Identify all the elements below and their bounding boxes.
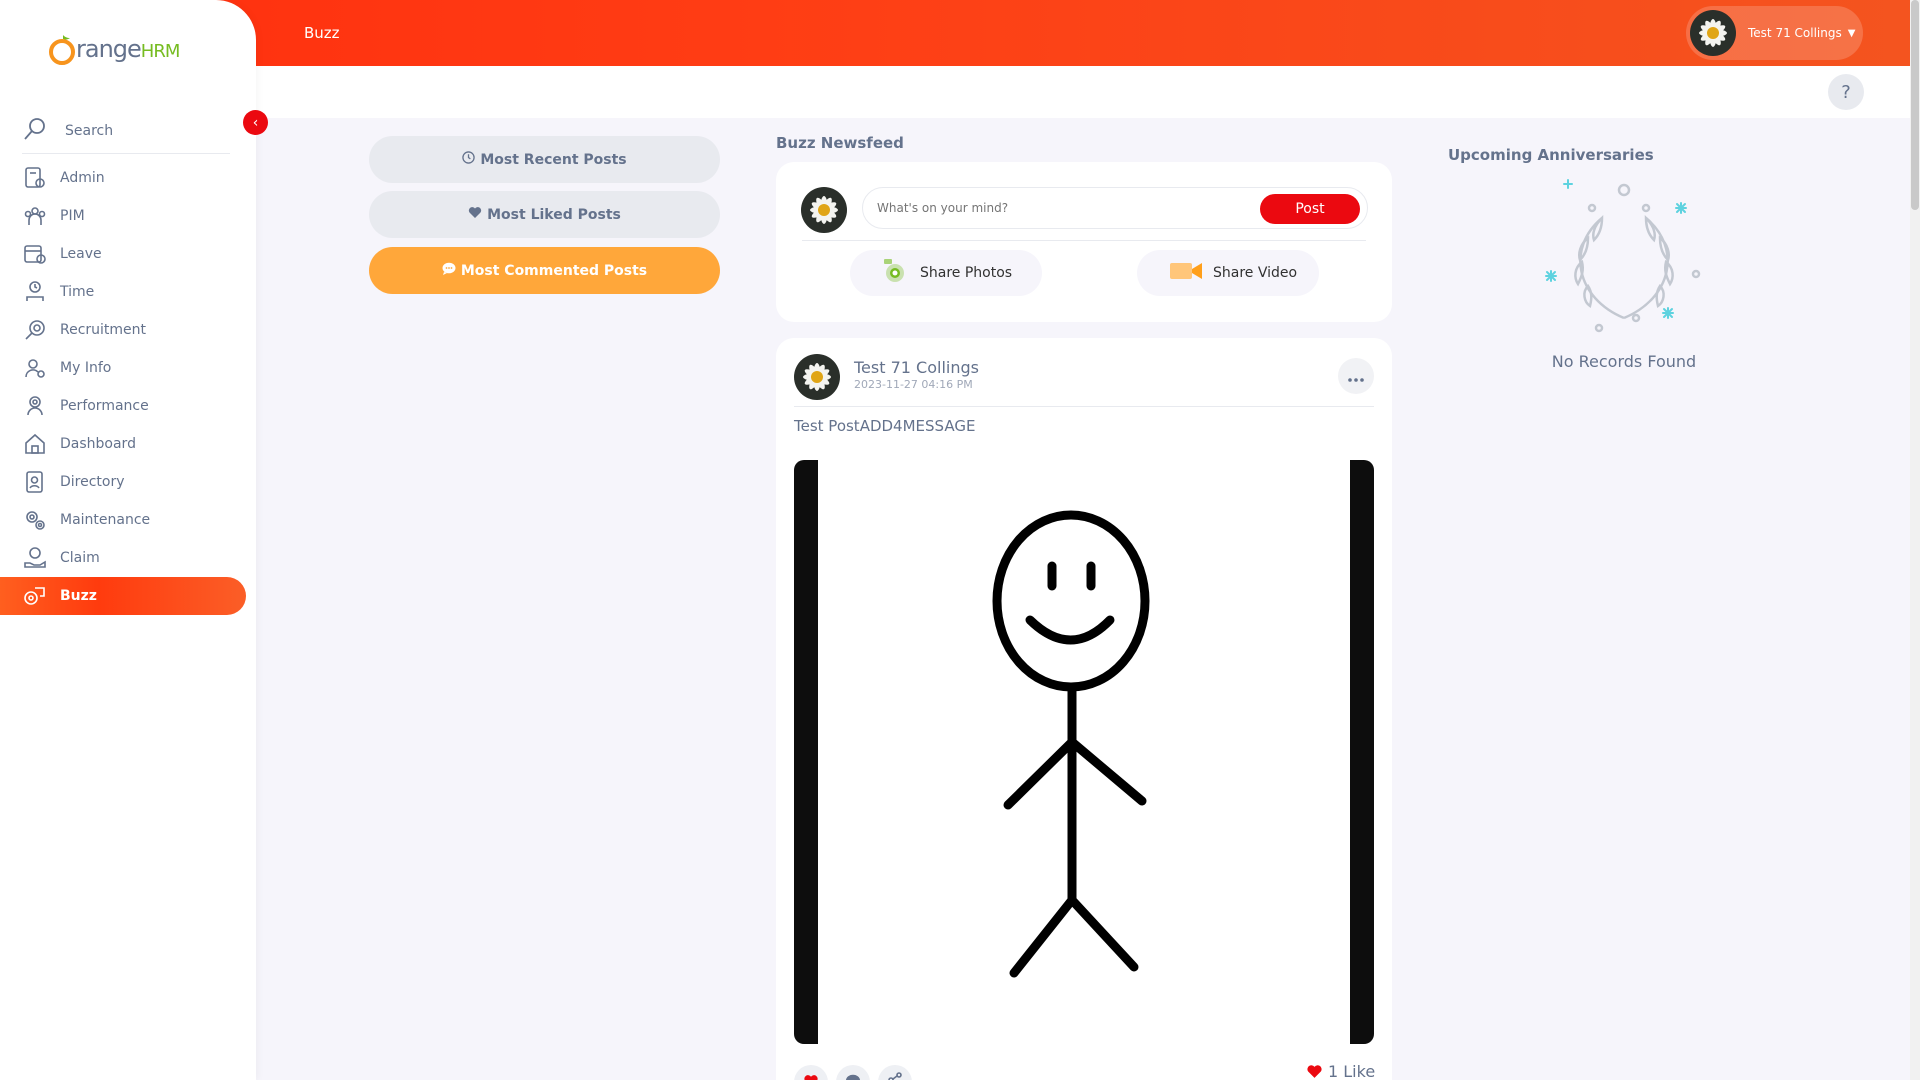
share-video-label: Share Video bbox=[1213, 265, 1298, 281]
main-menu: Admin PIM Leave Time Recruitment My Info… bbox=[0, 159, 256, 615]
likes-count: 1 Like bbox=[1328, 1062, 1376, 1080]
heart-icon bbox=[803, 1073, 819, 1080]
sidebar-item-leave[interactable]: Leave bbox=[0, 235, 256, 273]
user-name: Test 71 Collings bbox=[1748, 26, 1842, 40]
post-composer: Post Share Photos Share Video bbox=[776, 162, 1392, 322]
comment-icon bbox=[442, 262, 456, 279]
user-dropdown[interactable]: Test 71 Collings ▼ bbox=[1686, 6, 1863, 60]
laurel-wreath-icon bbox=[1536, 178, 1706, 338]
sidebar-item-admin[interactable]: Admin bbox=[0, 159, 256, 197]
time-icon bbox=[22, 279, 48, 305]
most-recent-posts-button[interactable]: Most Recent Posts bbox=[369, 136, 720, 183]
post-likes[interactable]: 1 Like bbox=[1306, 1062, 1375, 1080]
brand-name: rangeHRM bbox=[76, 35, 180, 63]
post-more-options-button[interactable] bbox=[1338, 358, 1374, 394]
sidebar-item-pim[interactable]: PIM bbox=[0, 197, 256, 235]
sidebar-item-performance[interactable]: Performance bbox=[0, 387, 256, 425]
sidebar-item-recruitment[interactable]: Recruitment bbox=[0, 311, 256, 349]
sidebar-item-dashboard[interactable]: Dashboard bbox=[0, 425, 256, 463]
sidebar-collapse-button[interactable]: ‹ bbox=[243, 110, 268, 135]
filter-label: Most Liked Posts bbox=[487, 206, 621, 223]
claim-icon bbox=[22, 545, 48, 571]
maintenance-icon bbox=[22, 507, 48, 533]
top-bar: Buzz Test 71 Collings ▼ bbox=[0, 0, 1910, 66]
post-author-avatar[interactable] bbox=[794, 354, 840, 400]
post-button[interactable]: Post bbox=[1260, 194, 1360, 224]
most-commented-posts-button[interactable]: Most Commented Posts bbox=[369, 247, 720, 294]
sidebar-item-time[interactable]: Time bbox=[0, 273, 256, 311]
share-photos-button[interactable]: Share Photos bbox=[850, 250, 1042, 296]
sidebar-item-label: Claim bbox=[60, 550, 100, 566]
filter-label: Most Commented Posts bbox=[460, 262, 648, 279]
orange-logo-icon bbox=[48, 33, 78, 65]
sidebar-item-label: Recruitment bbox=[60, 322, 147, 338]
sidebar-item-label: Dashboard bbox=[60, 436, 136, 452]
composer-avatar bbox=[801, 187, 847, 233]
performance-icon bbox=[22, 393, 48, 419]
composer-divider bbox=[802, 240, 1366, 241]
sidebar-item-label: Buzz bbox=[60, 588, 97, 604]
post-date: 2023-11-27 04:16 PM bbox=[854, 378, 973, 391]
post-text: Test PostADD4MESSAGE bbox=[794, 417, 976, 435]
video-camera-icon bbox=[1169, 260, 1203, 286]
help-button[interactable]: ? bbox=[1828, 74, 1864, 110]
no-records-text: No Records Found bbox=[1551, 352, 1697, 371]
sidebar-item-maintenance[interactable]: Maintenance bbox=[0, 501, 256, 539]
sidebar-item-label: My Info bbox=[60, 360, 112, 376]
directory-icon bbox=[22, 469, 48, 495]
sidebar-search[interactable]: Search bbox=[22, 108, 230, 154]
sidebar-item-label: Admin bbox=[60, 170, 105, 186]
ellipsis-icon bbox=[1348, 367, 1364, 386]
camera-icon bbox=[882, 257, 910, 289]
sidebar-item-label: Leave bbox=[60, 246, 102, 262]
post-photo[interactable] bbox=[794, 460, 1374, 1044]
comment-button[interactable] bbox=[836, 1065, 870, 1080]
page-title: Buzz bbox=[304, 24, 340, 42]
sub-bar bbox=[256, 66, 1910, 118]
share-button[interactable] bbox=[878, 1065, 912, 1080]
share-icon bbox=[887, 1072, 903, 1080]
share-video-button[interactable]: Share Video bbox=[1137, 250, 1319, 296]
most-liked-posts-button[interactable]: Most Liked Posts bbox=[369, 191, 720, 238]
sidebar-item-my-info[interactable]: My Info bbox=[0, 349, 256, 387]
my-info-icon bbox=[22, 355, 48, 381]
sidebar-item-label: Time bbox=[60, 284, 95, 300]
pim-icon bbox=[22, 203, 48, 229]
sidebar-item-label: Directory bbox=[60, 474, 125, 490]
sidebar: rangeHRM Search Admin PIM Leave Time Rec… bbox=[0, 0, 256, 1080]
brand-logo[interactable]: rangeHRM bbox=[48, 30, 180, 68]
leave-icon bbox=[22, 241, 48, 267]
recruitment-icon bbox=[22, 317, 48, 343]
heart-icon bbox=[468, 206, 482, 223]
search-icon bbox=[22, 116, 48, 146]
post-card: Test 71 Collings 2023-11-27 04:16 PM Tes… bbox=[776, 338, 1392, 1080]
user-avatar bbox=[1690, 10, 1736, 56]
post-author-name[interactable]: Test 71 Collings bbox=[854, 358, 979, 377]
newsfeed-title: Buzz Newsfeed bbox=[776, 134, 904, 152]
sidebar-item-directory[interactable]: Directory bbox=[0, 463, 256, 501]
admin-icon bbox=[22, 165, 48, 191]
buzz-icon bbox=[22, 583, 48, 609]
share-photos-label: Share Photos bbox=[920, 265, 1013, 281]
page-scrollbar-thumb[interactable] bbox=[1911, 0, 1919, 210]
post-divider bbox=[794, 406, 1374, 407]
comment-icon bbox=[845, 1073, 861, 1080]
anniversaries-title: Upcoming Anniversaries bbox=[1448, 146, 1654, 164]
caret-down-icon: ▼ bbox=[1847, 27, 1856, 39]
clock-icon bbox=[462, 151, 476, 168]
filter-label: Most Recent Posts bbox=[480, 151, 627, 168]
sidebar-item-buzz[interactable]: Buzz bbox=[0, 577, 246, 615]
sidebar-item-label: Performance bbox=[60, 398, 149, 414]
search-label: Search bbox=[65, 122, 114, 139]
sidebar-item-label: PIM bbox=[60, 208, 85, 224]
like-button[interactable] bbox=[794, 1065, 828, 1080]
heart-icon bbox=[1306, 1064, 1323, 1079]
sidebar-item-label: Maintenance bbox=[60, 512, 151, 528]
post-actions bbox=[794, 1065, 912, 1080]
dashboard-icon bbox=[22, 431, 48, 457]
sidebar-item-claim[interactable]: Claim bbox=[0, 539, 256, 577]
